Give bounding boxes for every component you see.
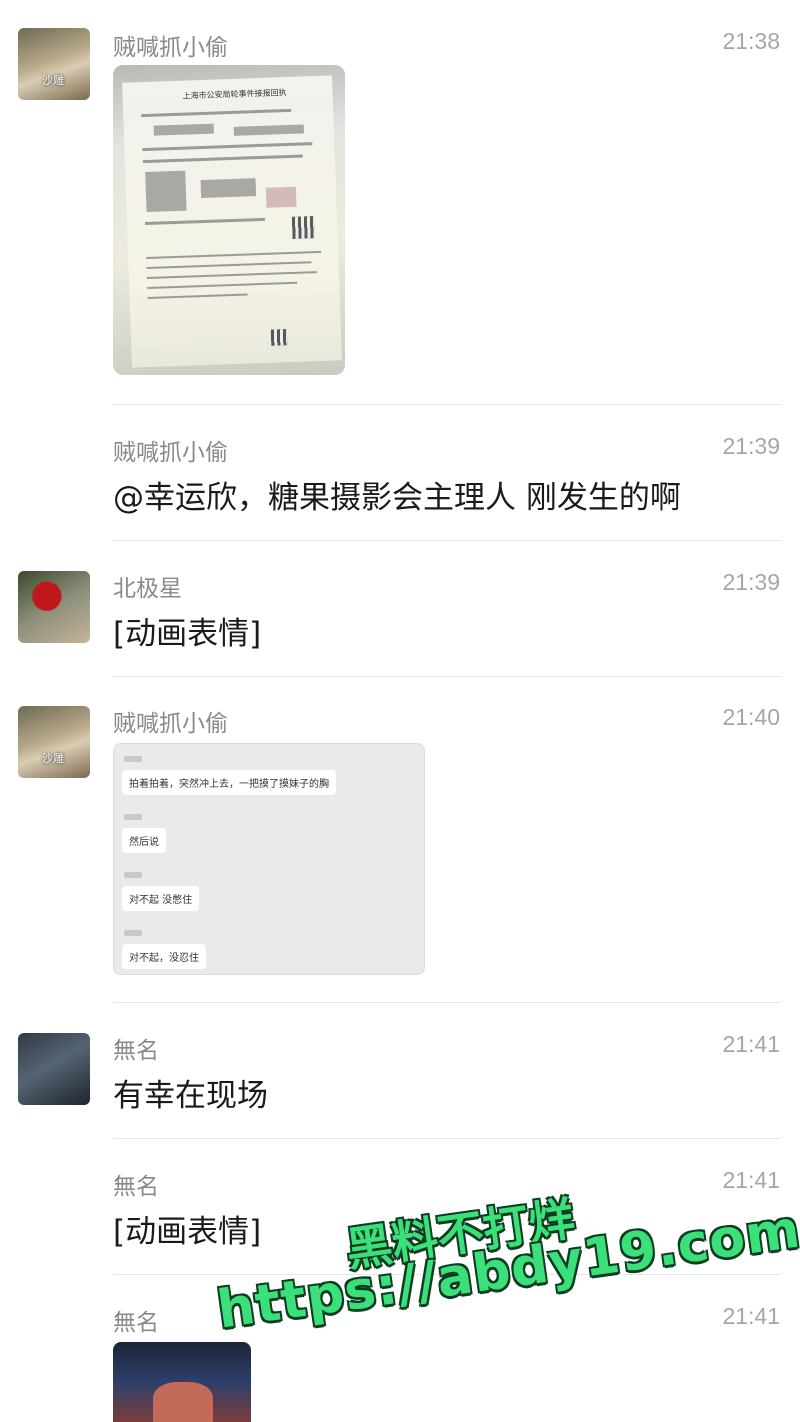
chat-screenshot-image[interactable]: 拍着拍着，突然冲上去，一把摸了摸妹子的胸 然后说 对不起 没憋住 对不起，没忍住 xyxy=(113,743,425,975)
blurred-name xyxy=(124,930,142,936)
chat-bubble: 对不起 没憋住 xyxy=(122,886,200,911)
message-text: 有幸在现场 xyxy=(113,1078,268,1114)
message-time: 21:41 xyxy=(722,1303,780,1329)
blurred-name xyxy=(124,872,142,878)
avatar[interactable]: 沙雕 xyxy=(18,706,90,778)
divider xyxy=(113,404,780,405)
divider xyxy=(113,540,780,541)
document-photo-image[interactable]: 上海市公安局轮事件接报回执 xyxy=(113,65,345,375)
avatar[interactable] xyxy=(18,571,90,643)
sender-name: 贼喊抓小偷 xyxy=(113,711,228,737)
chat-bubble: 拍着拍着，突然冲上去，一把摸了摸妹子的胸 xyxy=(122,770,336,795)
blurred-name xyxy=(124,756,142,762)
avatar-caption: 沙雕 xyxy=(42,752,64,765)
divider xyxy=(113,1002,780,1003)
sender-name: 無名 xyxy=(113,1038,159,1064)
document-title: 上海市公安局轮事件接报回执 xyxy=(182,88,287,101)
message-time: 21:41 xyxy=(722,1167,780,1193)
sender-name: 贼喊抓小偷 xyxy=(113,35,228,61)
message-time: 21:40 xyxy=(722,704,780,730)
divider xyxy=(113,1138,780,1139)
message-time: 21:41 xyxy=(722,1031,780,1057)
blurred-name xyxy=(124,814,142,820)
message-time: 21:39 xyxy=(722,569,780,595)
message-text: @幸运欣，糖果摄影会主理人 刚发生的啊 xyxy=(113,480,681,516)
message-time: 21:39 xyxy=(722,433,780,459)
avatar-caption: 沙雕 xyxy=(42,74,64,87)
chat-bubble: 然后说 xyxy=(122,828,166,853)
message-text: [动画表情] xyxy=(113,1214,262,1250)
sender-name: 無名 xyxy=(113,1310,159,1336)
chat-bubble: 对不起，没忍住 xyxy=(122,944,206,969)
sender-name: 北极星 xyxy=(113,576,182,602)
document-paper: 上海市公安局轮事件接报回执 xyxy=(122,75,342,368)
avatar[interactable] xyxy=(18,1033,90,1105)
divider xyxy=(113,676,780,677)
message-time: 21:38 xyxy=(722,28,780,54)
cartoon-picture-image[interactable] xyxy=(113,1342,251,1422)
cartoon-figure xyxy=(153,1382,213,1422)
avatar[interactable]: 沙雕 xyxy=(18,28,90,100)
message-text: [动画表情] xyxy=(113,616,262,652)
sender-name: 贼喊抓小偷 xyxy=(113,440,228,466)
sender-name: 無名 xyxy=(113,1174,159,1200)
